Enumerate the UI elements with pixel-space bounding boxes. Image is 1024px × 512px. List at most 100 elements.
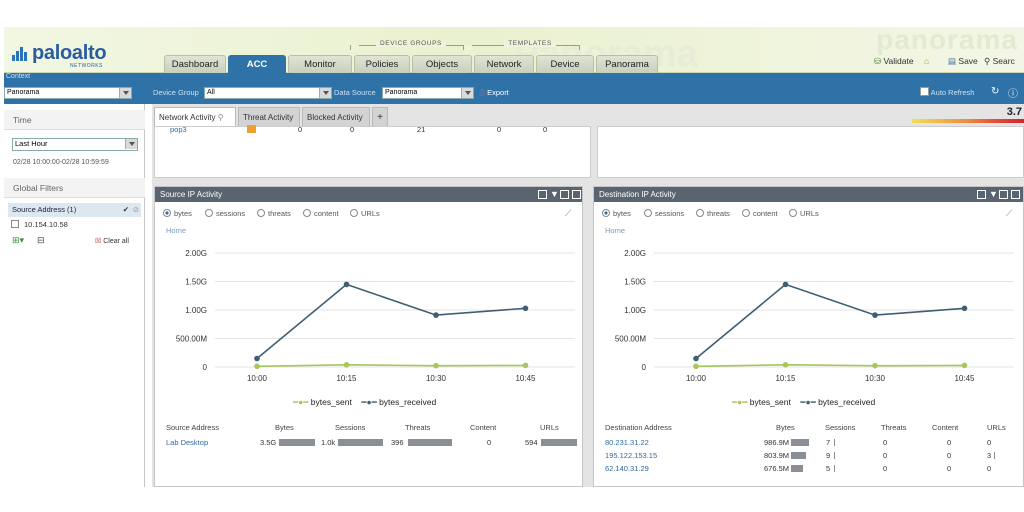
data-point-bytes-received[interactable] [872,312,878,318]
filter-icon[interactable]: ▼ [550,187,559,199]
col-urls[interactable]: URLs [987,423,1006,432]
radio-content[interactable]: content [742,209,778,218]
destination-address-link[interactable]: 80.231.31.22 [605,438,649,447]
data-point-bytes-received[interactable] [522,305,529,312]
tab-panorama[interactable]: Panorama [596,55,658,73]
search-icon: ⚲ [984,56,991,66]
destination-address-link[interactable]: 62.140.31.29 [605,464,649,473]
chart-type-icon[interactable]: ⟋ [565,208,571,219]
breadcrumb[interactable]: Home [166,226,186,235]
add-filter-icon[interactable]: ⊞▾ [12,235,24,246]
data-point-bytes-received[interactable] [343,281,350,288]
pin-icon[interactable]: ⚲ [218,113,224,122]
remove-filter-icon[interactable]: ⊟ [37,235,45,246]
tab-dashboard[interactable]: Dashboard [164,55,226,73]
list-icon[interactable] [560,190,569,199]
data-point-bytes-received[interactable] [433,312,439,318]
destination-address-link[interactable]: 195.122.153.15 [605,451,657,460]
tab-acc[interactable]: ACC [228,55,286,73]
auto-refresh-checkbox[interactable]: Auto Refresh [920,87,974,97]
radio-bytes[interactable]: bytes [163,209,192,218]
radio-urls[interactable]: URLs [789,209,819,218]
data-point-bytes-received[interactable] [961,305,968,312]
app-name[interactable]: pop3 [170,125,187,134]
radio-urls[interactable]: URLs [350,209,380,218]
col-threats[interactable]: Threats [881,423,906,432]
col-content[interactable]: Content [470,423,496,432]
data-point-bytes-sent[interactable] [522,362,529,369]
jump-icon[interactable] [977,190,986,199]
data-point-bytes-received[interactable] [782,281,789,288]
add-tab-button[interactable]: + [372,107,388,126]
tab-network[interactable]: Network [474,55,534,73]
search-button[interactable]: ⚲ Searc [984,56,1015,67]
radio-threats[interactable]: threats [696,209,730,218]
filter-icon[interactable]: ▼ [989,187,998,199]
legend-item-bytes-sent[interactable]: ━●━ bytes_sent [293,397,352,407]
export-button[interactable]: ⎙ Export [479,88,509,98]
col-sessions[interactable]: Sessions [335,423,365,432]
data-source-dropdown[interactable]: Panorama [382,87,474,99]
radio-content[interactable]: content [303,209,339,218]
device-group-dropdown[interactable]: All [204,87,332,99]
col-sessions[interactable]: Sessions [825,423,855,432]
filter-item[interactable]: 10.154.10.58 [11,220,68,229]
tab-network-activity[interactable]: Network Activity ⚲ [154,107,236,126]
help-icon[interactable]: ⓘ [1008,85,1018,100]
refresh-icon[interactable]: ↻ [991,86,999,97]
data-point-bytes-sent[interactable] [872,362,878,369]
col-bytes[interactable]: Bytes [275,423,294,432]
breadcrumb[interactable]: Home [605,226,625,235]
radio-sessions[interactable]: sessions [205,209,245,218]
threats-value: 0 [883,451,888,460]
col-threats[interactable]: Threats [405,423,430,432]
tab-threat-activity[interactable]: Threat Activity [238,107,300,126]
context-dropdown[interactable]: Panorama [4,87,132,99]
time-range-dropdown[interactable]: Last Hour [12,138,138,151]
data-point-bytes-sent[interactable] [961,362,968,369]
checkbox-icon[interactable] [11,220,19,228]
export-icon[interactable] [572,190,581,199]
chart-type-icon[interactable]: ⟋ [1006,208,1012,219]
jump-icon[interactable] [538,190,547,199]
export-icon[interactable] [1011,190,1020,199]
list-icon[interactable] [999,190,1008,199]
top-cell: 0 [543,125,548,134]
disable-icon[interactable]: ⊘ [133,203,139,217]
col-bytes[interactable]: Bytes [776,423,795,432]
col-source-address[interactable]: Source Address [166,423,219,432]
tab-monitor[interactable]: Monitor [288,55,352,73]
legend-item-bytes-received[interactable]: ━●━ bytes_received [361,397,436,407]
clear-all-button[interactable]: ☒ Clear all [95,237,129,245]
radio-threats[interactable]: threats [257,209,291,218]
data-point-bytes-sent[interactable] [343,362,350,368]
data-point-bytes-received[interactable] [693,355,699,362]
legend-item-bytes-received[interactable]: ━●━ bytes_received [800,397,875,407]
tab-blocked-activity[interactable]: Blocked Activity [302,107,370,126]
source-address-link[interactable]: Lab Desktop [166,438,208,447]
validate-button[interactable]: ⛁ Validate [874,56,914,67]
tab-policies[interactable]: Policies [354,55,410,73]
radio-bytes[interactable]: bytes [602,209,631,218]
filter-group-source-address[interactable]: Source Address (1) ✔ ⊘ [8,203,141,217]
data-point-bytes-sent[interactable] [433,362,439,369]
save-button[interactable]: ▤ Save [948,56,978,67]
lock-icon[interactable]: ⌂ [924,56,929,66]
tab-device[interactable]: Device [536,55,594,73]
sessions-value: 5 [826,464,831,473]
tab-objects[interactable]: Objects [412,55,472,73]
data-point-bytes-sent[interactable] [254,363,260,370]
data-point-bytes-sent[interactable] [782,362,789,368]
check-icon[interactable]: ✔ [123,203,129,217]
threats-value: 0 [883,438,888,447]
data-point-bytes-received[interactable] [254,355,260,362]
data-point-bytes-sent[interactable] [693,363,699,370]
bytes-bar [791,439,809,446]
col-content[interactable]: Content [932,423,958,432]
radio-sessions[interactable]: sessions [644,209,684,218]
col-destination-address[interactable]: Destination Address [605,423,672,432]
col-urls[interactable]: URLs [540,423,559,432]
legend-item-bytes-sent[interactable]: ━●━ bytes_sent [732,397,791,407]
series-line-bytes-received [256,283,526,360]
time-range-text: 02/28 10:00:00-02/28 10:59:59 [13,159,109,166]
